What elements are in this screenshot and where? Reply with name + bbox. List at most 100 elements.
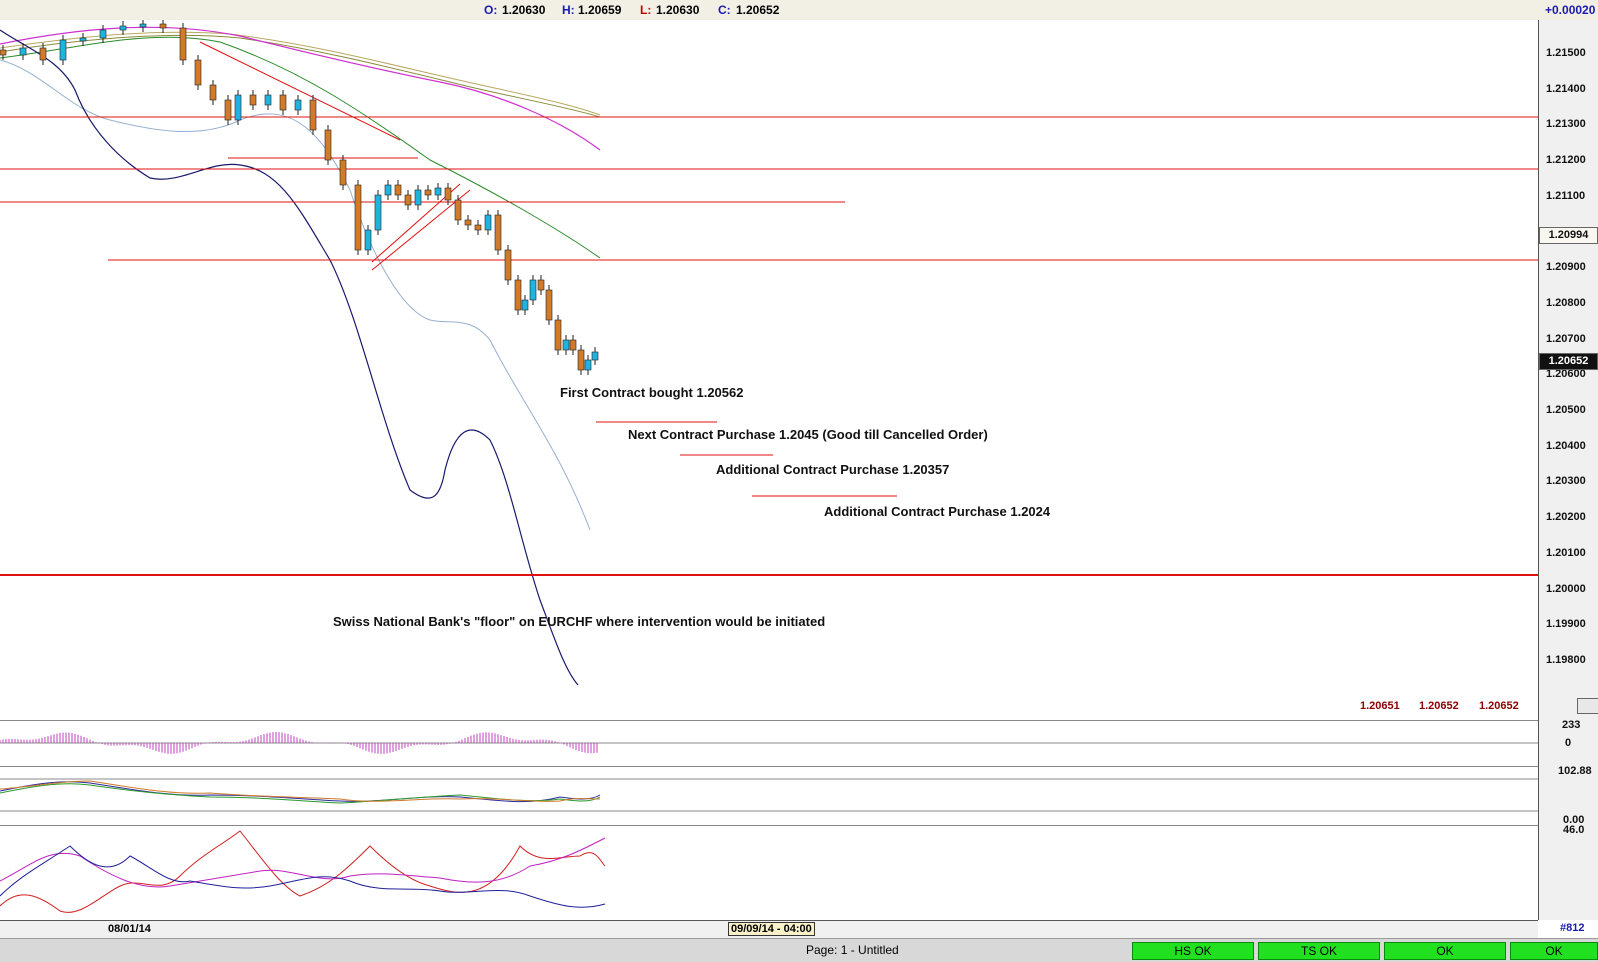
candle-body: [424, 189, 432, 196]
candle-body: [194, 59, 202, 86]
candle-body: [384, 184, 392, 196]
corner-value-3: 1.20652: [1479, 700, 1519, 712]
price-axis-label: 1.21500: [1546, 47, 1586, 59]
low-label: L:: [640, 3, 652, 17]
candle-body: [444, 187, 452, 201]
annotation-next-contract: Next Contract Purchase 1.2045 (Good till…: [628, 427, 988, 442]
price-axis-label: 1.19800: [1546, 653, 1586, 666]
candle-body: [249, 94, 257, 106]
candle-body: [521, 299, 529, 311]
candle-body: [494, 214, 502, 251]
price-axis-label: 1.20100: [1546, 546, 1586, 559]
candle-body: [234, 94, 242, 121]
candle-body: [364, 229, 372, 251]
candle-body: [279, 94, 287, 111]
moving-average-magenta: [0, 26, 601, 151]
candle-body: [394, 184, 402, 196]
price-axis-label: 1.20700: [1546, 332, 1586, 345]
candle-body: [454, 199, 462, 221]
corner-value-2: 1.20652: [1419, 700, 1459, 712]
chart-style-icon[interactable]: [1577, 698, 1598, 714]
date-label-1: 08/01/14: [108, 923, 151, 935]
oscillator-indicator-panel[interactable]: [0, 766, 1538, 825]
candle-body: [309, 99, 317, 131]
candle-body: [224, 99, 232, 121]
histogram-indicator-panel[interactable]: [0, 720, 1538, 766]
price-axis-label: 1.21100: [1546, 189, 1586, 202]
candle-body: [591, 351, 599, 361]
candle-body: [504, 249, 512, 281]
dmi-axis-top: 46.0: [1563, 824, 1585, 836]
candle-body: [119, 25, 127, 31]
candlestick-series: [0, 20, 599, 375]
close-label: C:: [718, 3, 731, 17]
candle-body: [404, 194, 412, 206]
candle-body: [179, 27, 187, 61]
time-axis[interactable]: 08/01/14 09/09/14 - 04:00: [0, 920, 1538, 939]
oscillator-svg: [0, 778, 1538, 812]
candle-body: [464, 219, 472, 226]
candle-body: [514, 279, 522, 311]
annotation-snb-floor: Swiss National Bank's "floor" on EURCHF …: [333, 614, 826, 629]
candle-body: [474, 224, 482, 231]
candle-body: [354, 184, 362, 251]
candle-body: [159, 23, 167, 29]
histogram-svg: [0, 732, 1538, 754]
candle-body: [529, 279, 537, 301]
status-ok-1[interactable]: OK: [1384, 942, 1506, 960]
candle-body: [209, 84, 217, 101]
candle-body: [545, 289, 553, 321]
corner-value-1: 1.20651: [1360, 700, 1400, 712]
close-value: 1.20652: [736, 3, 780, 17]
page-indicator: Page: 1 - Untitled: [806, 943, 899, 957]
candle-body: [374, 194, 382, 231]
dmi-indicator-panel[interactable]: [0, 825, 1538, 920]
candle-body: [264, 94, 272, 106]
candle-body: [434, 187, 442, 196]
annotation-first-contract: First Contract bought 1.20562: [560, 385, 744, 400]
annotation-additional-contract-1: Additional Contract Purchase 1.20357: [716, 462, 950, 477]
open-label: O:: [484, 3, 498, 17]
candle-body: [19, 47, 27, 56]
open-value: 1.20630: [502, 3, 546, 17]
candle-body: [339, 159, 347, 186]
dmi-svg: [0, 830, 606, 913]
price-marker-upper: 1.20994: [1539, 227, 1598, 244]
candle-body: [324, 129, 332, 161]
candle-body: [294, 99, 302, 111]
candle-body: [554, 319, 562, 351]
candle-body: [569, 339, 577, 351]
high-label: H:: [562, 3, 575, 17]
candle-body: [79, 37, 87, 42]
bollinger-upper: [0, 59, 591, 531]
crosshair-date-label: 09/09/14 - 04:00: [728, 922, 815, 936]
price-axis-label: 1.20000: [1546, 582, 1586, 595]
status-ts-ok[interactable]: TS OK: [1258, 942, 1380, 960]
candle-body: [484, 214, 492, 231]
price-axis-label: 1.20600: [1546, 368, 1586, 381]
price-axis-label: 1.20500: [1546, 404, 1586, 416]
bar-count: #812: [1560, 922, 1585, 934]
oscillator-axis-top: 102.88: [1558, 765, 1592, 777]
candle-body: [577, 349, 585, 371]
price-marker-current: 1.20652: [1539, 353, 1598, 370]
candle-body: [414, 189, 422, 206]
price-axis-label: 1.20800: [1546, 296, 1586, 309]
candle-body: [39, 47, 47, 61]
candle-body: [584, 359, 592, 371]
candle-body: [537, 279, 545, 291]
annotation-additional-contract-2: Additional Contract Purchase 1.2024: [824, 504, 1051, 519]
price-axis-label: 1.21400: [1546, 82, 1586, 95]
candle-body: [59, 39, 67, 61]
candle-body: [99, 29, 107, 39]
histogram-axis-top: 233: [1562, 719, 1581, 731]
price-axis-label: 1.20200: [1546, 511, 1586, 524]
price-axis-label: 1.20300: [1546, 475, 1586, 488]
price-axis-label: 1.21300: [1546, 118, 1586, 131]
status-ok-2[interactable]: OK: [1510, 942, 1598, 960]
status-hs-ok[interactable]: HS OK: [1132, 942, 1254, 960]
candle-body: [0, 49, 7, 56]
candle-body: [562, 339, 570, 351]
price-axis-label: 1.19900: [1546, 618, 1586, 631]
bollinger-lower: [0, 29, 579, 686]
